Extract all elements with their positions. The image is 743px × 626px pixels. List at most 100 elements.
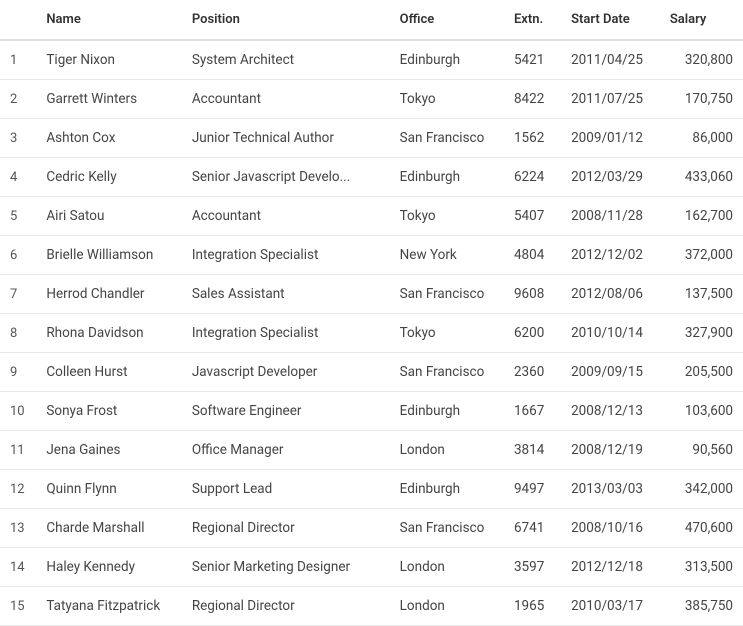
cell-salary: 372,000 — [660, 236, 743, 275]
cell-position: Support Lead — [182, 470, 390, 509]
header-extn[interactable]: Extn. — [504, 0, 561, 40]
header-name[interactable]: Name — [36, 0, 181, 40]
cell-startdate: 2013/03/03 — [561, 470, 660, 509]
cell-salary: 90,560 — [660, 431, 743, 470]
cell-startdate: 2009/09/15 — [561, 353, 660, 392]
cell-extn: 5421 — [504, 40, 561, 80]
cell-salary: 342,000 — [660, 470, 743, 509]
cell-name: Airi Satou — [36, 197, 181, 236]
cell-salary: 433,060 — [660, 158, 743, 197]
cell-salary: 103,600 — [660, 392, 743, 431]
cell-position: Junior Technical Author — [182, 119, 390, 158]
cell-extn: 6200 — [504, 314, 561, 353]
header-salary[interactable]: Salary — [660, 0, 743, 40]
table-row[interactable]: 7Herrod ChandlerSales AssistantSan Franc… — [0, 275, 743, 314]
cell-startdate: 2010/10/14 — [561, 314, 660, 353]
cell-extn: 5407 — [504, 197, 561, 236]
cell-salary: 86,000 — [660, 119, 743, 158]
table-row[interactable]: 2Garrett WintersAccountantTokyo84222011/… — [0, 80, 743, 119]
cell-name: Ashton Cox — [36, 119, 181, 158]
cell-position: Javascript Developer — [182, 353, 390, 392]
cell-position: System Architect — [182, 40, 390, 80]
cell-extn: 6224 — [504, 158, 561, 197]
cell-num: 1 — [0, 40, 36, 80]
cell-name: Sonya Frost — [36, 392, 181, 431]
cell-num: 7 — [0, 275, 36, 314]
cell-position: Software Engineer — [182, 392, 390, 431]
cell-position: Sales Assistant — [182, 275, 390, 314]
cell-salary: 137,500 — [660, 275, 743, 314]
cell-extn: 1667 — [504, 392, 561, 431]
cell-num: 4 — [0, 158, 36, 197]
cell-extn: 1562 — [504, 119, 561, 158]
cell-salary: 170,750 — [660, 80, 743, 119]
cell-position: Senior Marketing Designer — [182, 548, 390, 587]
cell-num: 9 — [0, 353, 36, 392]
cell-office: London — [390, 431, 504, 470]
employees-table-container: Name Position Office Extn. Start Date Sa… — [0, 0, 743, 626]
cell-name: Colleen Hurst — [36, 353, 181, 392]
cell-extn: 9608 — [504, 275, 561, 314]
cell-num: 14 — [0, 548, 36, 587]
table-header-row: Name Position Office Extn. Start Date Sa… — [0, 0, 743, 40]
cell-num: 8 — [0, 314, 36, 353]
cell-extn: 4804 — [504, 236, 561, 275]
header-startdate[interactable]: Start Date — [561, 0, 660, 40]
cell-name: Tatyana Fitzpatrick — [36, 587, 181, 626]
cell-name: Jena Gaines — [36, 431, 181, 470]
table-row[interactable]: 11Jena GainesOffice ManagerLondon3814200… — [0, 431, 743, 470]
cell-num: 2 — [0, 80, 36, 119]
cell-num: 15 — [0, 587, 36, 626]
cell-salary: 385,750 — [660, 587, 743, 626]
cell-num: 3 — [0, 119, 36, 158]
table-row[interactable]: 1Tiger NixonSystem ArchitectEdinburgh542… — [0, 40, 743, 80]
header-office[interactable]: Office — [390, 0, 504, 40]
cell-startdate: 2012/08/06 — [561, 275, 660, 314]
cell-startdate: 2012/12/18 — [561, 548, 660, 587]
cell-startdate: 2009/01/12 — [561, 119, 660, 158]
cell-startdate: 2010/03/17 — [561, 587, 660, 626]
cell-name: Garrett Winters — [36, 80, 181, 119]
table-row[interactable]: 6Brielle WilliamsonIntegration Specialis… — [0, 236, 743, 275]
cell-num: 11 — [0, 431, 36, 470]
cell-name: Charde Marshall — [36, 509, 181, 548]
cell-office: Tokyo — [390, 80, 504, 119]
table-row[interactable]: 4Cedric KellySenior Javascript Develo...… — [0, 158, 743, 197]
cell-num: 10 — [0, 392, 36, 431]
table-row[interactable]: 12Quinn FlynnSupport LeadEdinburgh949720… — [0, 470, 743, 509]
cell-office: San Francisco — [390, 119, 504, 158]
cell-office: Tokyo — [390, 197, 504, 236]
table-row[interactable]: 10Sonya FrostSoftware EngineerEdinburgh1… — [0, 392, 743, 431]
cell-position: Regional Director — [182, 509, 390, 548]
cell-office: San Francisco — [390, 275, 504, 314]
cell-office: Edinburgh — [390, 470, 504, 509]
table-row[interactable]: 14Haley KennedySenior Marketing Designer… — [0, 548, 743, 587]
table-row[interactable]: 9Colleen HurstJavascript DeveloperSan Fr… — [0, 353, 743, 392]
cell-office: Edinburgh — [390, 392, 504, 431]
cell-startdate: 2012/12/02 — [561, 236, 660, 275]
cell-office: London — [390, 548, 504, 587]
cell-extn: 9497 — [504, 470, 561, 509]
header-num — [0, 0, 36, 40]
cell-name: Quinn Flynn — [36, 470, 181, 509]
cell-num: 13 — [0, 509, 36, 548]
cell-name: Haley Kennedy — [36, 548, 181, 587]
cell-office: Edinburgh — [390, 158, 504, 197]
header-position[interactable]: Position — [182, 0, 390, 40]
cell-position: Accountant — [182, 80, 390, 119]
employees-table: Name Position Office Extn. Start Date Sa… — [0, 0, 743, 626]
table-row[interactable]: 8Rhona DavidsonIntegration SpecialistTok… — [0, 314, 743, 353]
cell-salary: 162,700 — [660, 197, 743, 236]
table-row[interactable]: 13Charde MarshallRegional DirectorSan Fr… — [0, 509, 743, 548]
cell-name: Brielle Williamson — [36, 236, 181, 275]
cell-position: Integration Specialist — [182, 236, 390, 275]
cell-name: Cedric Kelly — [36, 158, 181, 197]
cell-position: Integration Specialist — [182, 314, 390, 353]
table-row[interactable]: 5Airi SatouAccountantTokyo54072008/11/28… — [0, 197, 743, 236]
table-row[interactable]: 15Tatyana FitzpatrickRegional DirectorLo… — [0, 587, 743, 626]
cell-office: Tokyo — [390, 314, 504, 353]
cell-name: Herrod Chandler — [36, 275, 181, 314]
cell-office: New York — [390, 236, 504, 275]
table-row[interactable]: 3Ashton CoxJunior Technical AuthorSan Fr… — [0, 119, 743, 158]
cell-num: 12 — [0, 470, 36, 509]
